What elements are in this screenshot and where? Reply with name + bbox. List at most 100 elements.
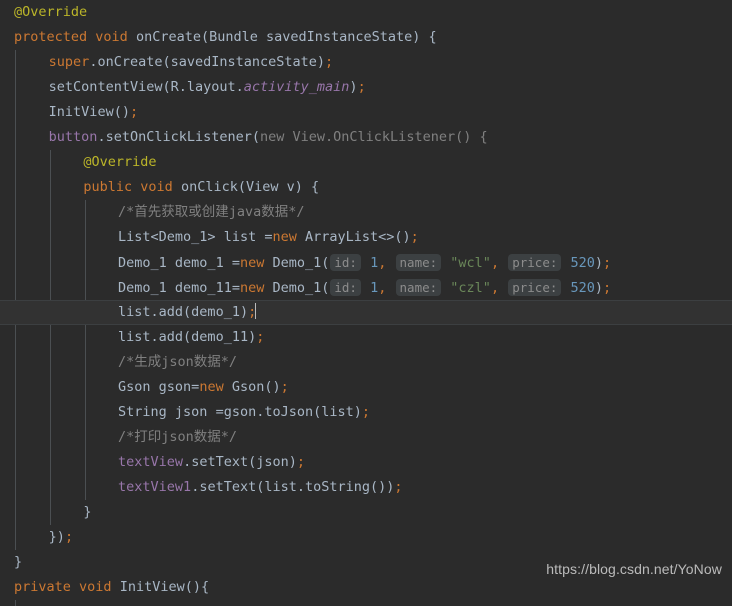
code-token: super [48, 54, 90, 70]
code-line[interactable]: Gson gson=new Gson(); [0, 375, 732, 400]
code-line[interactable]: public void onClick(View v) { [0, 175, 732, 200]
code-line[interactable]: InitView(); [0, 100, 732, 125]
code-line[interactable]: super.onCreate(savedInstanceState); [0, 50, 732, 75]
code-token: 1 [370, 255, 379, 271]
code-line[interactable]: /*打印json数据*/ [0, 425, 732, 450]
code-editor[interactable]: @Override protected void onCreate(Bundle … [0, 0, 732, 606]
code-line[interactable]: list.add(demo_11); [0, 325, 732, 350]
code-token: InitView [119, 579, 185, 595]
code-token: Demo_1 demo_11= [118, 280, 240, 296]
code-token: void [79, 579, 112, 595]
code-token: 1 [370, 280, 379, 296]
code-token: list.add(demo_1) [118, 304, 249, 320]
code-token: setContentView(R.layout. [48, 79, 244, 95]
code-token: list.add(demo_11) [118, 329, 257, 345]
code-token: ; [603, 280, 612, 296]
code-token: .setText(list.toString()) [191, 479, 395, 495]
code-token: ; [410, 229, 419, 245]
code-token: ; [129, 104, 139, 120]
code-token: , [490, 255, 500, 271]
code-token: } [83, 504, 92, 520]
code-line[interactable]: } [0, 500, 732, 525]
code-token: ; [394, 479, 403, 495]
code-token: /*首先获取或创建java数据*/ [118, 204, 305, 220]
code-token: ; [361, 404, 371, 420]
code-line[interactable]: protected void onCreate(Bundle savedInst… [0, 25, 732, 50]
code-token: (){ [184, 579, 210, 595]
code-token: @Override [83, 154, 157, 170]
code-token: void [140, 179, 173, 195]
code-token: "czl" [450, 280, 491, 296]
code-token: String json =gson.toJson(list) [118, 404, 362, 420]
code-line[interactable]: setContentView(R.layout.activity_main); [0, 75, 732, 100]
code-token: .onCreate(savedInstanceState) [89, 54, 326, 70]
code-line[interactable]: String json =gson.toJson(list); [0, 400, 732, 425]
code-token: .setText(json) [183, 454, 297, 470]
parameter-hint: price: [508, 254, 562, 271]
code-token: protected [14, 29, 88, 45]
parameter-hint: id: [330, 279, 361, 296]
code-token: onClick [180, 179, 238, 195]
code-line[interactable]: textView =findViewById(R.id.textView); [0, 600, 732, 606]
code-token: void [95, 29, 128, 45]
code-token: textView1 [118, 479, 192, 495]
code-token: activity_main [243, 79, 350, 95]
code-token: /*打印json数据*/ [118, 429, 238, 445]
code-token: } [14, 554, 23, 570]
code-line[interactable]: button.setOnClickListener(new View.OnCli… [0, 125, 732, 150]
code-token: Demo_1( [264, 280, 330, 296]
code-token: .setOnClickListener( [97, 129, 261, 145]
code-token: 520 [570, 280, 595, 296]
code-token: InitView() [48, 104, 130, 120]
code-line[interactable]: @Override [0, 150, 732, 175]
code-line[interactable]: list.add(demo_1); [0, 300, 732, 325]
code-token: public [83, 179, 133, 195]
parameter-hint: price: [508, 279, 562, 296]
code-token: button [48, 129, 98, 145]
code-token: ; [325, 54, 334, 70]
code-token: }) [48, 529, 65, 545]
code-token: ; [603, 255, 612, 271]
text-caret [255, 303, 257, 319]
parameter-hint: id: [330, 254, 361, 271]
code-line[interactable]: /*首先获取或创建java数据*/ [0, 200, 732, 225]
code-token: textView [118, 454, 184, 470]
code-token: new [239, 280, 265, 296]
code-token: onCreate [135, 29, 201, 45]
code-line[interactable]: textView1.setText(list.toString()); [0, 475, 732, 500]
code-line[interactable]: /*生成json数据*/ [0, 350, 732, 375]
code-token: new [239, 255, 265, 271]
code-line[interactable]: List<Demo_1> list =new ArrayList<>(); [0, 225, 732, 250]
code-line[interactable]: }); [0, 525, 732, 550]
code-token: new [272, 229, 297, 245]
code-token: Gson() [223, 379, 281, 395]
code-lines: @Override protected void onCreate(Bundle … [0, 0, 732, 606]
watermark-url: https://blog.csdn.net/YoNow [546, 561, 722, 577]
code-token: ) [594, 280, 604, 296]
code-line[interactable]: textView.setText(json); [0, 450, 732, 475]
code-line[interactable]: @Override [0, 0, 732, 25]
code-token: ; [256, 329, 265, 345]
code-token: ; [296, 454, 305, 470]
code-token: ArrayList<>() [296, 229, 411, 245]
parameter-hint: name: [395, 279, 442, 296]
parameter-hint: name: [395, 254, 442, 271]
code-token: private [14, 579, 71, 595]
code-token: new View.OnClickListener() { [260, 129, 488, 145]
code-token: ; [280, 379, 289, 395]
code-line[interactable]: Demo_1 demo_11=new Demo_1(id: 1, name: "… [0, 275, 732, 300]
code-line[interactable]: Demo_1 demo_1 =new Demo_1(id: 1, name: "… [0, 250, 732, 275]
code-token: Demo_1( [264, 255, 330, 271]
code-token: ) [349, 79, 358, 95]
